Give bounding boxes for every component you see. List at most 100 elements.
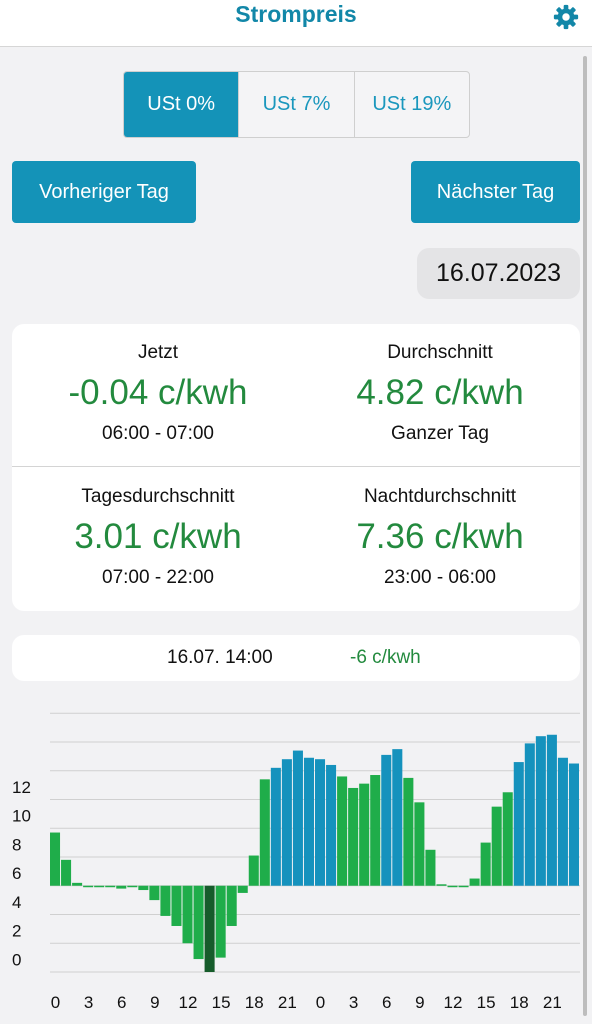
next-day-button[interactable]: Nächster Tag xyxy=(411,161,580,223)
price-bar[interactable] xyxy=(259,779,270,886)
stat-day-average-range: 07:00 - 22:00 xyxy=(102,567,214,588)
x-tick-label: 9 xyxy=(415,993,424,1012)
price-bar[interactable] xyxy=(414,802,425,886)
selected-hour-time: 16.07. 14:00 xyxy=(167,647,273,668)
tax-segmented-control: USt 0% USt 7% USt 19% xyxy=(123,71,470,138)
price-bar[interactable] xyxy=(557,757,568,886)
x-tick-label: 12 xyxy=(444,993,463,1012)
price-bar[interactable] xyxy=(105,885,116,888)
x-tick-label: 6 xyxy=(117,993,126,1012)
stat-average-range: Ganzer Tag xyxy=(391,423,489,444)
price-bar[interactable] xyxy=(348,787,359,886)
app-title: Strompreis xyxy=(235,1,357,27)
price-bar[interactable] xyxy=(204,885,215,972)
tax-tab-0[interactable]: USt 0% xyxy=(124,72,239,137)
x-tick-label: 15 xyxy=(212,993,231,1012)
price-bar[interactable] xyxy=(315,759,326,886)
stat-night-average-label: Nachtdurchschnitt xyxy=(363,486,517,507)
price-bar[interactable] xyxy=(270,767,281,886)
price-bar[interactable] xyxy=(303,757,314,886)
stat-day-average: Tagesdurchschnitt 3.01 c/kwh 07:00 - 22:… xyxy=(16,484,300,591)
gear-icon[interactable] xyxy=(552,3,580,31)
price-bar[interactable] xyxy=(392,749,403,886)
x-tick-label: 18 xyxy=(245,993,264,1012)
stat-average: Durchschnitt 4.82 c/kwh Ganzer Tag xyxy=(298,340,582,447)
price-bar[interactable] xyxy=(469,878,480,886)
price-bar[interactable] xyxy=(546,734,557,886)
price-bar[interactable] xyxy=(248,855,259,886)
price-bar[interactable] xyxy=(182,885,193,944)
y-tick-label: 4 xyxy=(12,893,21,912)
price-bar[interactable] xyxy=(480,842,491,886)
price-bar[interactable] xyxy=(72,882,83,886)
price-bar[interactable] xyxy=(116,885,127,889)
x-tick-label: 21 xyxy=(278,993,297,1012)
price-bar[interactable] xyxy=(447,885,458,888)
price-bar[interactable] xyxy=(502,792,513,886)
price-bar[interactable] xyxy=(281,759,292,886)
stat-night-average-value: 7.36 c/kwh xyxy=(356,517,524,556)
price-bar[interactable] xyxy=(524,743,535,886)
price-bar[interactable] xyxy=(381,754,392,886)
price-bar-chart[interactable]: 0 2 4 6 8 10 12 0 3 6 9 12 15 18 21 0 3 6 9 12 15 18 21 xyxy=(0,690,592,1024)
price-bar[interactable] xyxy=(458,885,469,888)
stat-now: Jetzt -0.04 c/kwh 06:00 - 07:00 xyxy=(16,340,300,447)
price-bar[interactable] xyxy=(83,885,94,888)
price-bar[interactable] xyxy=(568,763,579,886)
y-tick-label: 12 xyxy=(12,778,31,797)
price-bar[interactable] xyxy=(491,806,502,886)
y-tick-label: 10 xyxy=(12,807,31,826)
price-bar[interactable] xyxy=(138,885,149,891)
stat-now-range: 06:00 - 07:00 xyxy=(102,423,214,444)
stat-day-average-value: 3.01 c/kwh xyxy=(74,517,242,556)
price-bar[interactable] xyxy=(535,736,546,886)
stat-night-average: Nachtdurchschnitt 7.36 c/kwh 23:00 - 06:… xyxy=(298,484,582,591)
price-bar[interactable] xyxy=(94,885,105,888)
y-tick-label: 6 xyxy=(12,864,21,883)
x-tick-label: 0 xyxy=(316,993,325,1012)
x-tick-label: 15 xyxy=(477,993,496,1012)
price-bar[interactable] xyxy=(326,764,337,886)
price-bar[interactable] xyxy=(61,859,72,886)
price-bar[interactable] xyxy=(226,885,237,926)
price-bar[interactable] xyxy=(436,884,447,886)
price-bar[interactable] xyxy=(193,885,204,960)
top-bar: Strompreis xyxy=(0,0,592,47)
tax-tab-7[interactable]: USt 7% xyxy=(238,72,353,137)
x-tick-label: 18 xyxy=(510,993,529,1012)
price-bar[interactable] xyxy=(370,775,381,886)
previous-day-button[interactable]: Vorheriger Tag xyxy=(12,161,196,223)
stat-now-label: Jetzt xyxy=(137,342,179,363)
stat-average-value: 4.82 c/kwh xyxy=(356,373,524,412)
price-bar[interactable] xyxy=(160,885,171,916)
x-tick-label: 6 xyxy=(382,993,391,1012)
stat-average-label: Durchschnitt xyxy=(387,342,493,363)
price-bar[interactable] xyxy=(171,885,182,926)
price-bar[interactable] xyxy=(425,849,436,886)
x-tick-label: 12 xyxy=(179,993,198,1012)
price-bar[interactable] xyxy=(149,885,160,901)
selected-hour-price: -6 c/kwh xyxy=(350,647,421,668)
stat-day-average-label: Tagesdurchschnitt xyxy=(81,486,235,507)
x-tick-label: 3 xyxy=(349,993,358,1012)
price-bar[interactable] xyxy=(337,776,348,886)
x-tick-label: 21 xyxy=(543,993,562,1012)
y-tick-label: 8 xyxy=(12,835,21,854)
price-bar[interactable] xyxy=(127,885,138,888)
price-bar[interactable] xyxy=(403,777,414,886)
y-tick-label: 0 xyxy=(12,950,21,969)
price-bar[interactable] xyxy=(513,762,524,886)
y-tick-label: 2 xyxy=(12,922,21,941)
price-bar[interactable] xyxy=(50,832,61,886)
price-bar[interactable] xyxy=(292,750,303,886)
price-bar[interactable] xyxy=(215,885,226,958)
date-display[interactable]: 16.07.2023 xyxy=(417,248,580,299)
tax-tab-19[interactable]: USt 19% xyxy=(353,72,469,137)
x-tick-label: 0 xyxy=(51,993,60,1012)
x-tick-label: 3 xyxy=(84,993,93,1012)
stat-night-average-range: 23:00 - 06:00 xyxy=(384,567,496,588)
price-bar[interactable] xyxy=(359,783,370,886)
price-bar[interactable] xyxy=(237,885,248,893)
price-stats-card: Jetzt -0.04 c/kwh 06:00 - 07:00 Durchsch… xyxy=(12,324,580,611)
x-tick-label: 9 xyxy=(150,993,159,1012)
